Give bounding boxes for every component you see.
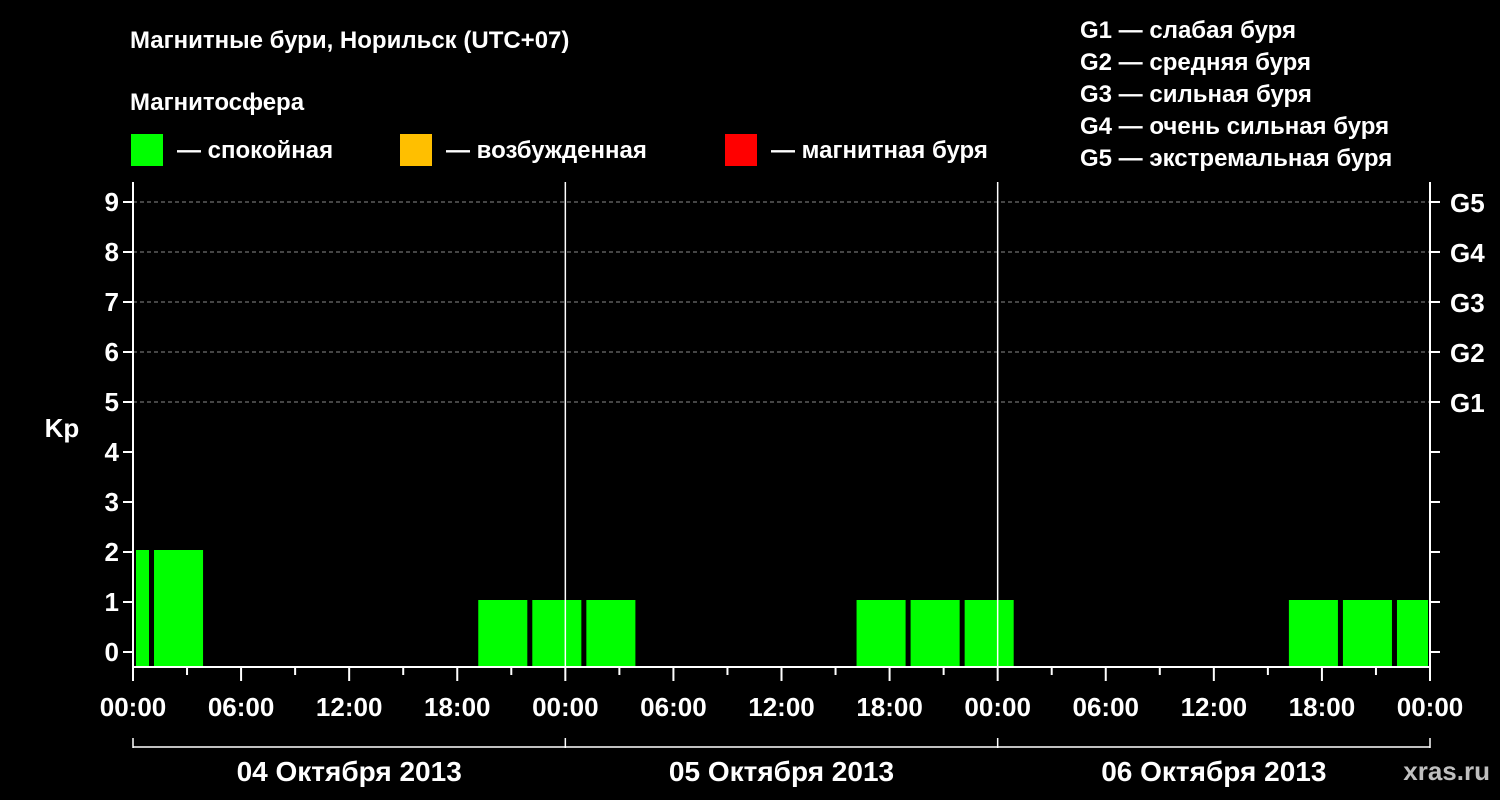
storm-level-entry: G5 — экстремальная буря bbox=[1080, 145, 1392, 172]
x-tick-label: 00:00 bbox=[964, 692, 1031, 722]
legend-heading: Магнитосфера bbox=[130, 89, 305, 116]
kp-bar bbox=[154, 550, 204, 667]
kp-bar bbox=[964, 600, 1014, 667]
chart-title: Магнитные бури, Норильск (UTC+07) bbox=[130, 27, 569, 54]
x-tick-label: 18:00 bbox=[1289, 692, 1356, 722]
kp-chart: Магнитные бури, Норильск (UTC+07) Магнит… bbox=[45, 17, 1490, 787]
x-tick-label: 00:00 bbox=[532, 692, 599, 722]
legend-label: — спокойная bbox=[177, 137, 333, 164]
day-label: 04 Октября 2013 bbox=[237, 756, 462, 787]
storm-level-entry: G2 — средняя буря bbox=[1080, 49, 1311, 76]
kp-bar bbox=[586, 600, 636, 667]
storm-level-entry: G4 — очень сильная буря bbox=[1080, 113, 1389, 140]
y-tick-label: 0 bbox=[105, 637, 119, 667]
x-tick-label: 06:00 bbox=[208, 692, 275, 722]
status-legend: — спокойная — возбужденная — магнитная бур… bbox=[131, 134, 988, 166]
kp-bar bbox=[1396, 600, 1428, 667]
y-tick-label: 3 bbox=[105, 487, 119, 517]
day-label: 06 Октября 2013 bbox=[1101, 756, 1326, 787]
x-tick-label: 12:00 bbox=[316, 692, 383, 722]
g-level-label: G4 bbox=[1450, 238, 1485, 268]
x-tick-label: 06:00 bbox=[1073, 692, 1140, 722]
axes bbox=[132, 182, 1431, 668]
kp-bar bbox=[532, 600, 582, 667]
grid-lines bbox=[133, 201, 1430, 403]
y-tick-label: 7 bbox=[105, 287, 119, 317]
watermark: xras.ru bbox=[1403, 756, 1490, 786]
day-label: 05 Октября 2013 bbox=[669, 756, 894, 787]
y-tick-label: 6 bbox=[105, 337, 119, 367]
right-axis-ticks: G1 G2 G3 G4 G5 bbox=[1430, 188, 1485, 653]
y-axis-ticks: 0 1 2 3 4 5 6 7 8 9 bbox=[105, 187, 133, 667]
y-tick-label: 5 bbox=[105, 387, 119, 417]
kp-bar bbox=[136, 550, 150, 667]
x-tick-label: 12:00 bbox=[748, 692, 815, 722]
y-tick-label: 4 bbox=[105, 437, 120, 467]
kp-bar bbox=[478, 600, 528, 667]
g-level-label: G1 bbox=[1450, 388, 1485, 418]
y-tick-label: 1 bbox=[105, 587, 119, 617]
g-level-label: G5 bbox=[1450, 188, 1485, 218]
legend-label: — возбужденная bbox=[446, 137, 647, 164]
kp-bar bbox=[856, 600, 906, 667]
storm-level-legend: G1 — слабая буря G2 — средняя буря G3 — си… bbox=[1080, 17, 1392, 172]
x-axis-ticks: 00:00 06:00 12:00 18:00 00:00 06:00 12:00 18:00… bbox=[100, 667, 1464, 722]
kp-bar bbox=[910, 600, 960, 667]
day-labels: 04 Октября 2013 05 Октября 2013 06 Октября… bbox=[132, 738, 1431, 787]
legend-swatch bbox=[725, 134, 757, 166]
y-axis-label: Kp bbox=[45, 413, 80, 443]
x-tick-label: 12:00 bbox=[1181, 692, 1248, 722]
kp-bar bbox=[1288, 600, 1338, 667]
g-level-label: G2 bbox=[1450, 338, 1485, 368]
legend-swatch bbox=[131, 134, 163, 166]
g-level-label: G3 bbox=[1450, 288, 1485, 318]
kp-bar bbox=[1342, 600, 1392, 667]
x-tick-label: 00:00 bbox=[1397, 692, 1464, 722]
legend-label: — магнитная буря bbox=[771, 137, 988, 164]
x-tick-label: 00:00 bbox=[100, 692, 167, 722]
legend-swatch bbox=[400, 134, 432, 166]
y-tick-label: 8 bbox=[105, 237, 119, 267]
storm-level-entry: G3 — сильная буря bbox=[1080, 81, 1312, 108]
x-tick-label: 06:00 bbox=[640, 692, 707, 722]
y-tick-label: 2 bbox=[105, 537, 119, 567]
storm-level-entry: G1 — слабая буря bbox=[1080, 17, 1296, 44]
x-tick-label: 18:00 bbox=[424, 692, 491, 722]
kp-bars bbox=[136, 550, 1428, 667]
x-tick-label: 18:00 bbox=[856, 692, 923, 722]
y-tick-label: 9 bbox=[105, 187, 119, 217]
